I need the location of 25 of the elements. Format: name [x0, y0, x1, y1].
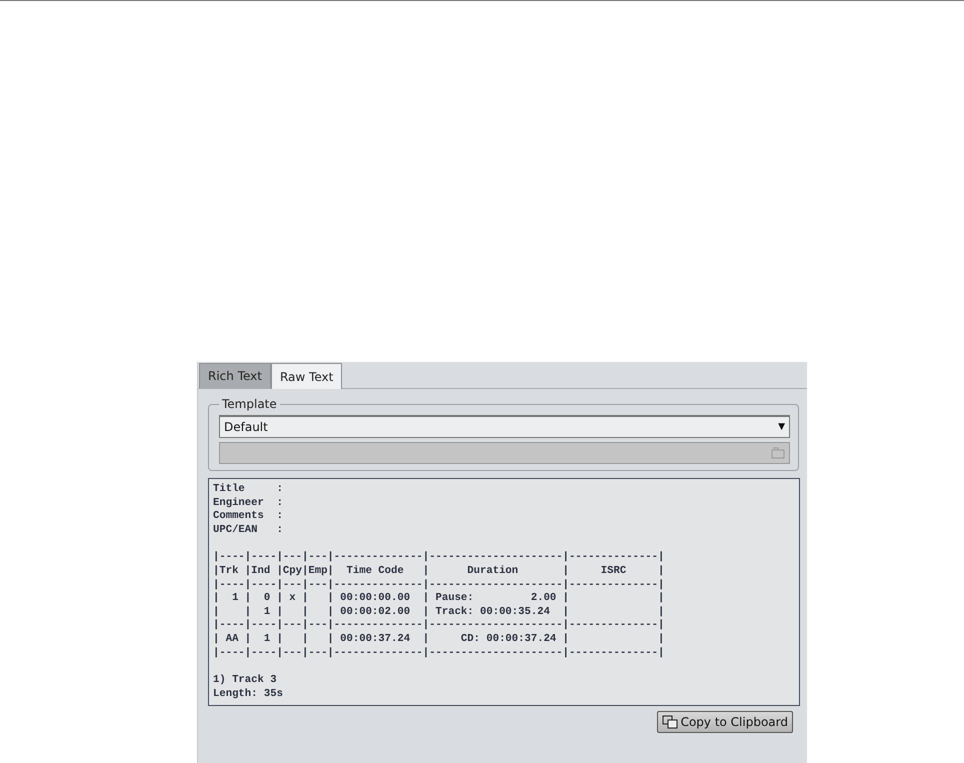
tab[interactable]: Rich Text	[199, 363, 271, 388]
template-dropdown[interactable]: Default ▼	[219, 415, 790, 438]
text-line: 1) Track 3	[213, 674, 278, 688]
copy-button[interactable]: Copy to Clipboard	[656, 711, 793, 733]
text-line: |----|----|---|---|--------------|---------------------|--------------|	[213, 578, 666, 592]
group-label: Template	[221, 397, 278, 411]
text-line: |Trk |Ind |Cpy|Emp| Time Code | Duration | ISRC |	[213, 564, 666, 579]
tab[interactable]: Raw Text	[270, 363, 342, 389]
text-line: | | 1 | | | 00:00:02.00 | Track: 00:00:35.24 | |	[213, 606, 666, 619]
folder-icon[interactable]	[771, 447, 785, 459]
text-line: |----|----|---|---|--------------|---------------------|--------------|	[213, 619, 666, 633]
text-line: Length: 35s	[213, 688, 284, 702]
text-line: Engineer :	[213, 496, 284, 510]
path-field[interactable]	[219, 442, 790, 464]
text-line: Comments :	[213, 510, 284, 524]
text-line: | AA | 1 | | | 00:00:37.24 | CD: 00:00:37.24 | |	[213, 632, 666, 647]
text-line: Title :	[213, 483, 284, 497]
dropdown-value: Default	[224, 420, 268, 434]
text-line: UPC/EAN :	[213, 524, 284, 538]
text-line: |----|----|---|---|--------------|---------------------|--------------|	[213, 551, 666, 565]
raw-text-area[interactable]	[208, 478, 800, 706]
text-line: | 1 | 0 | x | | 00:00:00.00 | Pause: 2.00 | |	[213, 592, 666, 606]
copy-icon	[662, 715, 678, 729]
dropdown-arrow: ▼	[778, 422, 785, 432]
text-line: |----|----|---|---|--------------|---------------------|--------------|	[213, 646, 666, 660]
